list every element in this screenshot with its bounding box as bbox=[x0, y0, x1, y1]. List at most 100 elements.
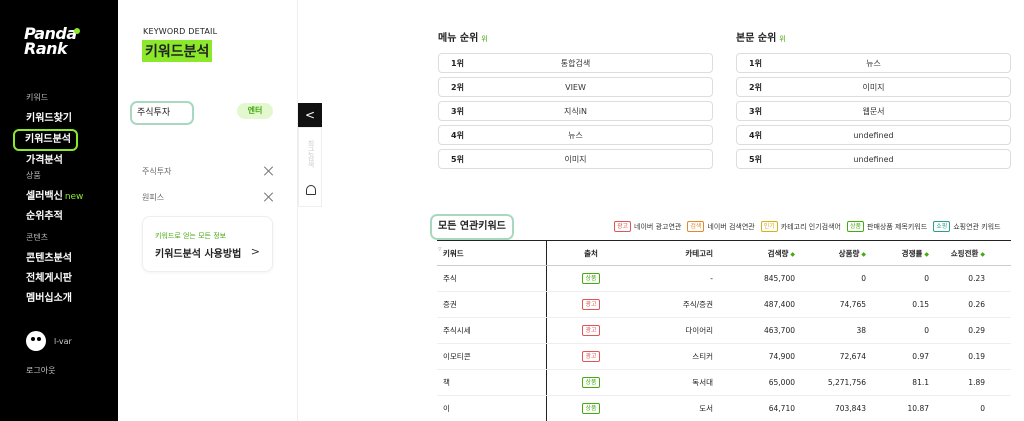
cell-keyword[interactable]: 이 bbox=[437, 396, 547, 421]
nav-item-content-analysis[interactable]: 콘텐츠분석 bbox=[26, 249, 72, 269]
col-product-count[interactable]: 상품량 ◆ bbox=[795, 248, 866, 259]
menu-rank-row[interactable]: 2위 VIEW bbox=[438, 77, 713, 97]
body-rank-row[interactable]: 4위 undefined bbox=[736, 125, 1011, 145]
nav-item-price-analysis[interactable]: 가격분석 bbox=[26, 151, 78, 171]
collapse-panel-button[interactable]: < bbox=[298, 103, 322, 127]
nav-category-content: 콘텐츠 bbox=[26, 233, 49, 242]
table-header: 키워드 출처 카테고리 검색량 ◆ 상품량 ◆ 경쟁률 ◆ 쇼핑전환 ◆ bbox=[437, 240, 1011, 266]
legend-tag: 상품 bbox=[846, 221, 864, 232]
nav-item-membership[interactable]: 멤버십소개 bbox=[26, 289, 72, 309]
legend-item: 광고 네이버 광고연관 bbox=[614, 221, 681, 232]
bell-icon[interactable] bbox=[306, 185, 316, 195]
source-tag: 광고 bbox=[582, 299, 600, 310]
source-tag: 상품 bbox=[582, 377, 600, 388]
body-rank-row[interactable]: 1위 뉴스 bbox=[736, 53, 1011, 73]
body-rank-row[interactable]: 3위 웹문서 bbox=[736, 101, 1011, 121]
body-rank-value: 뉴스 bbox=[866, 58, 881, 68]
pandarank-logo[interactable]: Panda Rank bbox=[24, 26, 80, 57]
logo-dot-icon bbox=[74, 28, 80, 34]
source-tag: 상품 bbox=[582, 273, 600, 284]
cell-competition: 10.87 bbox=[907, 404, 929, 413]
col-competition[interactable]: 경쟁률 ◆ bbox=[866, 248, 929, 259]
recent-search-tab[interactable]: 최근검색 bbox=[306, 140, 316, 168]
menu-rank-row[interactable]: 3위 지식iN bbox=[438, 101, 713, 121]
cell-search-volume: 463,700 bbox=[763, 326, 795, 335]
nav-group-keyword: 키워드 키워드찾기 키워드분석 가격분석 bbox=[13, 92, 78, 171]
cell-search-volume: 64,710 bbox=[768, 404, 795, 413]
cell-category: - bbox=[710, 274, 713, 283]
body-rank-title: 본문 순위 위 bbox=[736, 29, 786, 44]
cell-keyword[interactable]: 이모티콘 bbox=[437, 344, 547, 369]
enter-button[interactable]: 엔터 bbox=[237, 103, 273, 119]
cell-category: 주식/증권 bbox=[682, 300, 713, 309]
source-legend: 광고 네이버 광고연관 검색 네이버 검색연관 인기 카테고리 인기검색어 상품 판매상품 제… bbox=[614, 221, 1001, 232]
menu-rank-rank: 4위 bbox=[451, 130, 464, 140]
nav-item-seller-label: 셀러백신 bbox=[26, 191, 63, 202]
menu-rank-value: 통합검색 bbox=[560, 58, 591, 68]
col-competition-label: 경쟁률 bbox=[901, 248, 923, 258]
recent-keyword-label: 주식투자 bbox=[142, 166, 172, 176]
recent-keyword-list: 주식투자 원피스 bbox=[142, 158, 274, 210]
source-tag: 광고 bbox=[582, 325, 600, 336]
menu-rank-row[interactable]: 1위 통합검색 bbox=[438, 53, 713, 73]
nav-item-seller-vaccine[interactable]: 셀러백신 new bbox=[26, 187, 83, 207]
cell-source: 광고 bbox=[547, 351, 635, 362]
cell-conversion: 0.23 bbox=[968, 274, 985, 283]
nav-item-keyword-find[interactable]: 키워드찾기 bbox=[26, 109, 78, 129]
new-badge: new bbox=[64, 192, 84, 202]
nav-item-keyword-analysis[interactable]: 키워드분석 bbox=[13, 129, 78, 151]
how-to-card[interactable]: 키워드로 얻는 모든 정보 키워드분석 사용방법 > bbox=[142, 216, 273, 272]
cell-category: 도서 bbox=[699, 404, 713, 413]
menu-rank-title-text: 메뉴 순위 bbox=[438, 33, 479, 44]
body-rank-rank: 2위 bbox=[749, 82, 762, 92]
nav-group-content: 콘텐츠 콘텐츠분석 전체게시판 멤버십소개 bbox=[26, 232, 72, 309]
sort-icon: ◆ bbox=[980, 250, 985, 258]
menu-rank-unit: 위 bbox=[481, 35, 488, 43]
list-item[interactable]: 원피스 bbox=[142, 184, 274, 210]
search-input[interactable]: 주식투자 bbox=[130, 101, 194, 125]
menu-rank-rank: 1위 bbox=[451, 58, 464, 68]
table-row[interactable]: 이 상품 도서 64,710 703,843 10.87 0 bbox=[437, 396, 1011, 421]
cell-search-volume: 65,000 bbox=[768, 378, 795, 387]
body-rank-row[interactable]: 2위 이미지 bbox=[736, 77, 1011, 97]
table-row[interactable]: 주식 상품 - 845,700 0 0 0.23 bbox=[437, 266, 1011, 292]
close-icon[interactable] bbox=[264, 192, 274, 202]
cell-product-count: 72,674 bbox=[839, 352, 866, 361]
logout-link[interactable]: 로그아웃 bbox=[26, 365, 55, 376]
cell-search-volume: 74,900 bbox=[768, 352, 795, 361]
legend-item: 인기 카테고리 인기검색어 bbox=[760, 221, 841, 232]
close-icon[interactable] bbox=[264, 166, 274, 176]
body-rank-row[interactable]: 5위 undefined bbox=[736, 149, 1011, 169]
cell-competition: 0 bbox=[924, 274, 929, 283]
user-name: l-var bbox=[54, 336, 72, 346]
related-keywords-dropdown[interactable]: 모든 연관키워드 ▿ bbox=[430, 214, 514, 253]
list-item[interactable]: 주식투자 bbox=[142, 158, 274, 184]
cell-conversion: 0 bbox=[980, 404, 985, 413]
cell-keyword[interactable]: 증권 bbox=[437, 292, 547, 317]
table-row[interactable]: 이모티콘 광고 스티커 74,900 72,674 0.97 0.19 bbox=[437, 344, 1011, 370]
col-keyword: 키워드 bbox=[437, 241, 547, 265]
legend-tag: 검색 bbox=[687, 221, 705, 232]
col-conversion-label: 쇼핑전환 bbox=[950, 248, 979, 258]
cell-keyword[interactable]: 주식시세 bbox=[437, 318, 547, 343]
nav-item-rank-tracking[interactable]: 순위추적 bbox=[26, 207, 83, 227]
chevron-right-icon: > bbox=[250, 245, 260, 258]
col-conversion[interactable]: 쇼핑전환 ◆ bbox=[929, 248, 999, 259]
cell-competition: 0 bbox=[924, 326, 929, 335]
table-row[interactable]: 증권 광고 주식/증권 487,400 74,765 0.15 0.26 bbox=[437, 292, 1011, 318]
table-row[interactable]: 주식시세 광고 다이어리 463,700 38 0 0.29 bbox=[437, 318, 1011, 344]
legend-tag: 인기 bbox=[760, 221, 778, 232]
menu-rank-row[interactable]: 4위 뉴스 bbox=[438, 125, 713, 145]
cell-category: 스티커 bbox=[692, 352, 713, 361]
user-profile[interactable]: l-var bbox=[26, 331, 72, 351]
cell-keyword[interactable]: 책 bbox=[437, 370, 547, 395]
menu-rank-row[interactable]: 5위 이미지 bbox=[438, 149, 713, 169]
nav-item-board[interactable]: 전체게시판 bbox=[26, 269, 72, 289]
menu-rank-title: 메뉴 순위 위 bbox=[438, 29, 488, 44]
table-row[interactable]: 책 상품 독서대 65,000 5,271,756 81.1 1.89 bbox=[437, 370, 1011, 396]
cell-keyword[interactable]: 주식 bbox=[437, 266, 547, 291]
cell-conversion: 0.19 bbox=[968, 352, 985, 361]
col-search-volume[interactable]: 검색량 ◆ bbox=[713, 248, 795, 259]
legend-tag: 쇼핑 bbox=[933, 221, 951, 232]
col-products-label: 상품량 bbox=[838, 248, 860, 258]
